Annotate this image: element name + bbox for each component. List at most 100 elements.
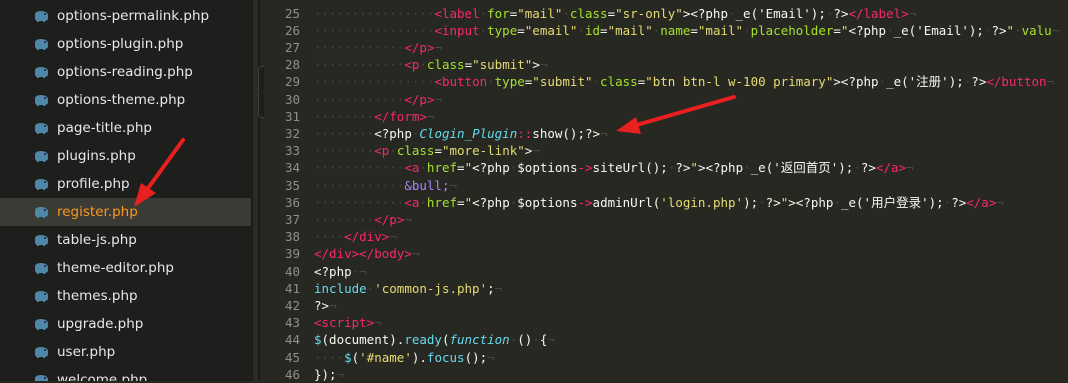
line-number: 39 — [284, 246, 300, 262]
file-icon — [35, 39, 48, 50]
sidebar-item-options-theme[interactable]: options-theme.php — [0, 86, 251, 114]
line-number: 29 — [284, 74, 300, 90]
sidebar-item-upgrade[interactable]: upgrade.php — [0, 310, 251, 338]
code-token: $ — [314, 332, 322, 348]
code-token: type — [494, 74, 525, 90]
code-token: ; — [487, 280, 495, 296]
code-token: &bull; — [404, 177, 450, 193]
code-token: -> — [577, 194, 593, 210]
code-line[interactable]: ················<label·for="mail"·class=… — [314, 5, 916, 22]
code-line[interactable]: <script>¬ — [314, 314, 382, 331]
code-editor[interactable]: ················<label·for="mail"·class=… — [314, 0, 1068, 382]
code-token: · — [758, 194, 766, 210]
code-line[interactable]: ············<p·class="submit">¬ — [314, 56, 547, 73]
code-line[interactable]: ················<button·type="submit"·cl… — [314, 73, 1054, 90]
code-token: "more-link" — [441, 143, 525, 159]
code-token: " — [464, 160, 473, 176]
line-number: 28 — [284, 57, 300, 73]
code-line[interactable]: ?>¬ — [314, 297, 337, 314]
code-token: · — [853, 160, 861, 176]
file-sidebar: options-permalink.php options-plugin.php o… — [0, 0, 251, 381]
code-token: "mail" — [517, 5, 563, 21]
code-token: href — [426, 194, 458, 210]
sidebar-item-theme-editor[interactable]: theme-editor.php — [0, 254, 251, 282]
file-icon — [35, 319, 48, 330]
sidebar-item-options-plugin[interactable]: options-plugin.php — [0, 30, 251, 58]
code-token: _e('Email'); — [735, 5, 826, 21]
code-token: <script> — [314, 315, 375, 331]
code-token: · — [878, 74, 887, 90]
code-line[interactable]: ········<p·class="more-link">¬ — [314, 142, 540, 159]
sidebar-item-profile[interactable]: profile.php — [0, 170, 251, 198]
code-token: name — [660, 22, 691, 38]
code-line[interactable]: ········</form>¬ — [314, 108, 434, 125]
sidebar-item-table-js[interactable]: table-js.php — [0, 226, 251, 254]
code-token: > — [532, 57, 540, 73]
code-line[interactable]: ············&bull;¬ — [314, 177, 457, 194]
sidebar-item-user[interactable]: user.php — [0, 338, 251, 366]
sidebar-item-plugins[interactable]: plugins.php — [0, 142, 251, 170]
code-line[interactable]: ············<a·href="<?php·$options->adm… — [314, 194, 1004, 211]
sidebar-item-register[interactable]: register.php — [0, 198, 251, 226]
code-token: siteUrl(); — [592, 160, 668, 176]
code-line[interactable]: </div></body>¬ — [314, 245, 419, 262]
file-icon — [35, 11, 48, 22]
code-line[interactable]: });¬ — [314, 366, 344, 381]
scrollbar-thumb[interactable] — [253, 0, 258, 381]
code-token: class — [569, 5, 608, 21]
code-token: ?> — [860, 160, 876, 176]
sidebar-item-label: options-theme.php — [57, 92, 186, 108]
code-token: · — [1014, 22, 1022, 38]
sidebar-item-label: upgrade.php — [57, 316, 144, 332]
code-line[interactable]: ········<?php·Clogin_Plugin::show();?>¬ — [314, 125, 608, 142]
code-token: _e('用户登录'); — [840, 194, 944, 210]
code-line[interactable]: ················<input·type="email"·id="… — [314, 22, 1059, 39]
code-line[interactable]: $(document).ready(function·()·{¬ — [314, 331, 555, 348]
code-token: </label> — [848, 5, 909, 21]
code-token: </p> — [404, 91, 435, 107]
code-token: </button — [986, 74, 1047, 90]
code-token: function — [449, 332, 510, 348]
sidebar-scrollbar[interactable] — [251, 0, 260, 381]
code-token: ?> — [833, 5, 849, 21]
code-line[interactable]: ············</p>¬ — [314, 91, 442, 108]
code-token: href — [426, 160, 458, 176]
code-token: id — [584, 22, 601, 38]
sidebar-item-options-reading[interactable]: options-reading.php — [0, 58, 251, 86]
sidebar-item-themes[interactable]: themes.php — [0, 282, 251, 310]
code-line[interactable]: ············</p>¬ — [314, 39, 442, 56]
line-number: 32 — [284, 125, 300, 141]
code-token: focus — [426, 349, 465, 365]
code-token: ?> — [314, 297, 330, 313]
code-token: class — [396, 143, 435, 159]
code-token: ( — [441, 332, 450, 348]
sidebar-item-options-permalink[interactable]: options-permalink.php — [0, 2, 251, 30]
code-token: · — [419, 57, 427, 73]
code-token: for — [487, 5, 510, 21]
code-token: <a — [404, 160, 420, 176]
code-token: type — [487, 22, 518, 38]
file-icon — [35, 179, 48, 190]
code-token: "email" — [524, 22, 578, 38]
file-icon — [35, 151, 48, 162]
code-token: <?php — [848, 22, 887, 38]
code-line[interactable]: ············<a·href="<?php·$options->sit… — [314, 159, 914, 176]
code-line[interactable]: <?php·¬ — [314, 263, 367, 280]
file-icon — [35, 207, 48, 218]
file-icon — [35, 263, 48, 274]
code-line[interactable]: include·'common-js.php';¬ — [314, 280, 502, 297]
code-line[interactable]: ····$('#name').focus();¬ — [314, 349, 495, 366]
sidebar-item-label: options-plugin.php — [57, 36, 184, 52]
code-token: class — [426, 57, 465, 73]
line-number: 35 — [284, 177, 300, 193]
code-token: class — [600, 74, 638, 90]
code-line[interactable]: ····</div>¬ — [314, 228, 397, 245]
sidebar-item-label: welcome.php — [57, 372, 148, 381]
code-token: <?php — [705, 160, 744, 176]
code-token: <label — [434, 5, 480, 21]
code-token: "btn btn-l w-100 primary" — [645, 74, 834, 90]
code-token: $options — [517, 194, 578, 210]
sidebar-item-page-title[interactable]: page-title.php — [0, 114, 251, 142]
code-line[interactable]: ········</p>¬ — [314, 211, 412, 228]
sidebar-item-welcome[interactable]: welcome.php — [0, 366, 251, 381]
